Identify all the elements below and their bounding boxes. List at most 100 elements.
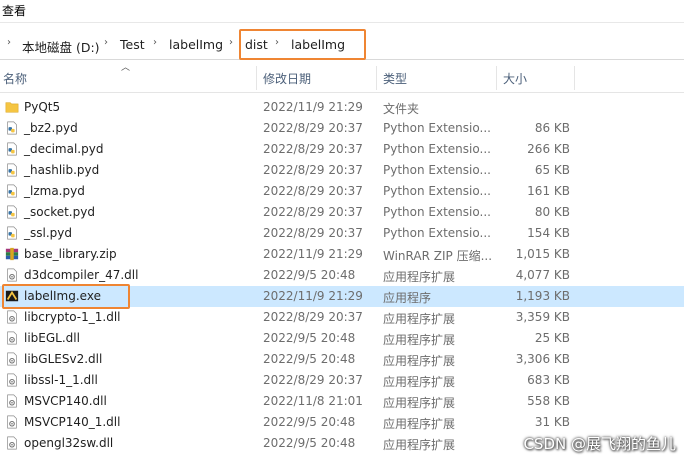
- dll-file-icon: [7, 394, 17, 408]
- file-name: MSVCP140.dll: [24, 394, 107, 408]
- breadcrumb-test[interactable]: Test: [120, 37, 145, 52]
- file-size: 86 KB: [534, 121, 570, 135]
- file-name: _lzma.pyd: [24, 184, 85, 198]
- file-size: 3,306 KB: [515, 352, 570, 366]
- python-file-icon: [7, 163, 17, 177]
- file-row[interactable]: _hashlib.pyd 2022/8/29 20:37 Python Exte…: [0, 160, 684, 181]
- folder-icon: [5, 102, 19, 113]
- file-name: opengl32sw.dll: [24, 436, 114, 450]
- file-type: 应用程序扩展: [383, 270, 456, 284]
- file-type: 应用程序扩展: [383, 417, 456, 431]
- file-date: 2022/9/5 20:48: [263, 436, 356, 450]
- file-row[interactable]: MSVCP140.dll 2022/11/8 21:01 应用程序扩展 558 …: [0, 391, 684, 412]
- watermark: CSDN @展飞翔的鱼儿: [523, 435, 676, 453]
- chevron-right-icon[interactable]: ›: [104, 37, 108, 48]
- column-header-row: 名称 修改日期 类型 大小: [0, 62, 684, 93]
- file-date: 2022/8/29 20:37: [263, 310, 363, 324]
- breadcrumb-drive[interactable]: 本地磁盘 (D:): [22, 37, 100, 56]
- file-size: 25 KB: [534, 331, 570, 345]
- file-size: 31 KB: [534, 415, 570, 429]
- file-name: libcrypto-1_1.dll: [24, 310, 121, 324]
- file-row[interactable]: libGLESv2.dll 2022/9/5 20:48 应用程序扩展 3,30…: [0, 349, 684, 370]
- file-row[interactable]: libEGL.dll 2022/9/5 20:48 应用程序扩展 25 KB: [0, 328, 684, 349]
- file-row[interactable]: _ssl.pyd 2022/8/29 20:37 Python Extensio…: [0, 223, 684, 244]
- file-type: 应用程序扩展: [383, 312, 456, 326]
- file-type: 应用程序扩展: [383, 375, 456, 389]
- file-row[interactable]: libcrypto-1_1.dll 2022/8/29 20:37 应用程序扩展…: [0, 307, 684, 328]
- file-row[interactable]: d3dcompiler_47.dll 2022/9/5 20:48 应用程序扩展…: [0, 265, 684, 286]
- file-date: 2022/11/9 21:29: [263, 247, 363, 261]
- file-date: 2022/8/29 20:37: [263, 163, 363, 177]
- file-row[interactable]: _bz2.pyd 2022/8/29 20:37 Python Extensio…: [0, 118, 684, 139]
- file-name: base_library.zip: [24, 247, 117, 261]
- file-size: 4,077 KB: [515, 268, 570, 282]
- file-row[interactable]: libssl-1_1.dll 2022/8/29 20:37 应用程序扩展 68…: [0, 370, 684, 391]
- annotation-box-exe: [2, 284, 130, 309]
- python-file-icon: [7, 184, 17, 198]
- column-type-header[interactable]: 类型: [383, 70, 407, 87]
- file-size: 80 KB: [534, 205, 570, 219]
- file-date: 2022/9/5 20:48: [263, 415, 356, 429]
- dll-file-icon: [7, 268, 17, 282]
- file-type: 应用程序扩展: [383, 333, 456, 347]
- zip-archive-icon: [5, 247, 19, 261]
- file-type: 文件夹: [383, 102, 420, 116]
- column-date-header[interactable]: 修改日期: [263, 70, 311, 87]
- file-name: libGLESv2.dll: [24, 352, 103, 366]
- dll-file-icon: [7, 415, 17, 429]
- breadcrumb-labelimg[interactable]: labelImg: [169, 37, 223, 52]
- file-name: libssl-1_1.dll: [24, 373, 98, 387]
- file-type: Python Extensio...: [383, 184, 491, 198]
- ribbon-strip: 查看: [0, 0, 684, 23]
- file-type: 应用程序: [383, 291, 432, 305]
- python-file-icon: [7, 205, 17, 219]
- column-divider[interactable]: [574, 66, 575, 90]
- file-row[interactable]: PyQt5 2022/11/9 21:29 文件夹: [0, 97, 684, 118]
- file-row[interactable]: _lzma.pyd 2022/8/29 20:37 Python Extensi…: [0, 181, 684, 202]
- file-row[interactable]: MSVCP140_1.dll 2022/9/5 20:48 应用程序扩展 31 …: [0, 412, 684, 433]
- file-date: 2022/8/29 20:37: [263, 373, 363, 387]
- dll-file-icon: [7, 352, 17, 366]
- column-name-header[interactable]: 名称: [3, 70, 27, 87]
- file-name: _ssl.pyd: [24, 226, 72, 240]
- file-row[interactable]: base_library.zip 2022/11/9 21:29 WinRAR …: [0, 244, 684, 265]
- file-type: Python Extensio...: [383, 226, 491, 240]
- file-date: 2022/11/8 21:01: [263, 394, 363, 408]
- file-date: 2022/11/9 21:29: [263, 100, 363, 114]
- view-menu-label[interactable]: 查看: [2, 2, 26, 19]
- file-type: Python Extensio...: [383, 163, 491, 177]
- file-date: 2022/8/29 20:37: [263, 184, 363, 198]
- file-date: 2022/8/29 20:37: [263, 226, 363, 240]
- chevron-right-icon[interactable]: ›: [7, 37, 11, 48]
- python-file-icon: [7, 226, 17, 240]
- dll-file-icon: [7, 331, 17, 345]
- file-date: 2022/9/5 20:48: [263, 352, 356, 366]
- file-name: libEGL.dll: [24, 331, 80, 345]
- dll-file-icon: [7, 436, 17, 450]
- file-date: 2022/8/29 20:37: [263, 142, 363, 156]
- file-date: 2022/11/9 21:29: [263, 289, 363, 303]
- file-row[interactable]: _socket.pyd 2022/8/29 20:37 Python Exten…: [0, 202, 684, 223]
- annotation-box-path: [239, 29, 366, 60]
- file-type: Python Extensio...: [383, 205, 491, 219]
- python-file-icon: [7, 121, 17, 135]
- file-date: 2022/9/5 20:48: [263, 331, 356, 345]
- file-size: 1,015 KB: [515, 247, 570, 261]
- chevron-right-icon[interactable]: ›: [153, 37, 157, 48]
- file-row[interactable]: _decimal.pyd 2022/8/29 20:37 Python Exte…: [0, 139, 684, 160]
- column-divider[interactable]: [376, 66, 377, 90]
- file-type: 应用程序扩展: [383, 438, 456, 452]
- column-size-header[interactable]: 大小: [503, 70, 527, 87]
- column-divider[interactable]: [256, 66, 257, 90]
- file-name: d3dcompiler_47.dll: [24, 268, 139, 282]
- file-size: 683 KB: [527, 373, 570, 387]
- file-name: MSVCP140_1.dll: [24, 415, 121, 429]
- dll-file-icon: [7, 310, 17, 324]
- chevron-right-icon[interactable]: ›: [229, 37, 233, 48]
- dll-file-icon: [7, 373, 17, 387]
- file-name: _decimal.pyd: [24, 142, 104, 156]
- file-type: Python Extensio...: [383, 142, 491, 156]
- file-date: 2022/8/29 20:37: [263, 205, 363, 219]
- file-name: PyQt5: [24, 100, 61, 114]
- column-divider[interactable]: [496, 66, 497, 90]
